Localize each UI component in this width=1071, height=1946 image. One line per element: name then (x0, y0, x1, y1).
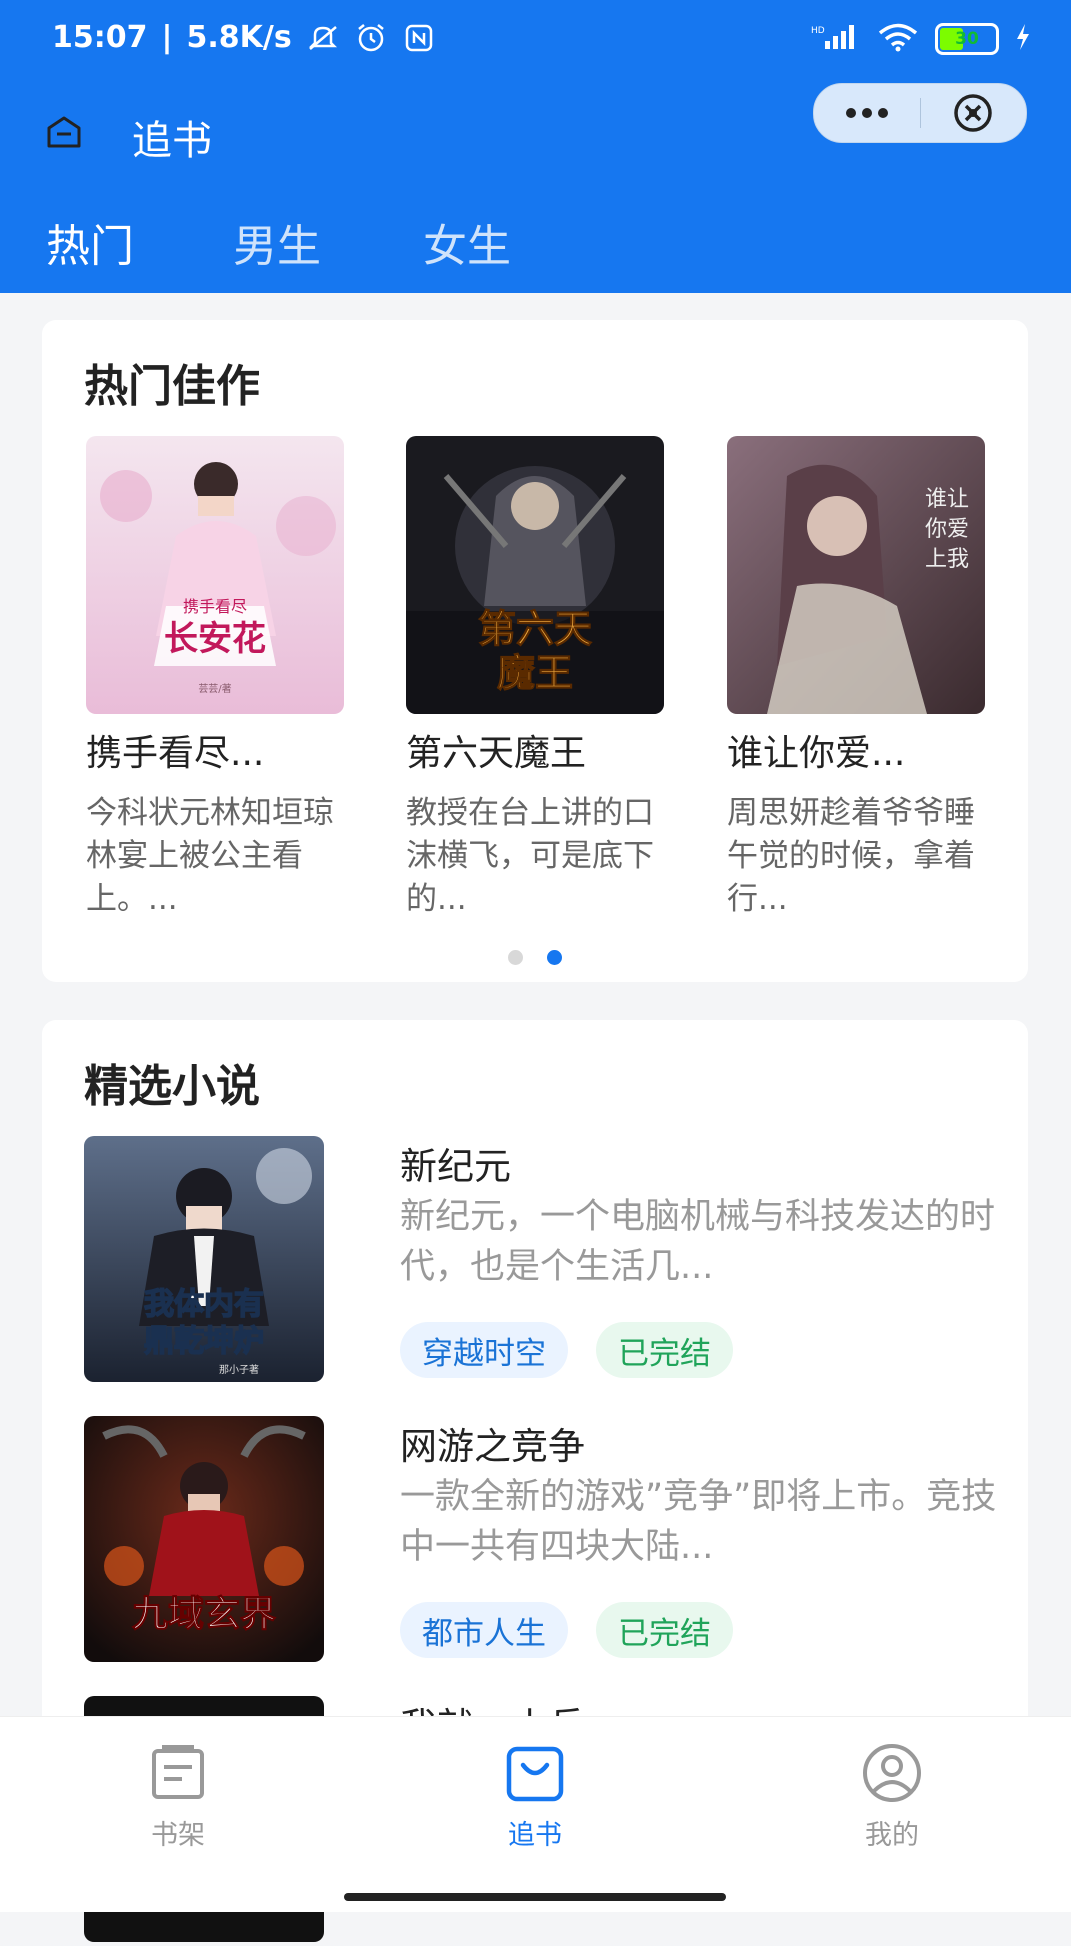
book-title: 第六天魔王 (406, 733, 587, 774)
page-title: 追书 (132, 118, 212, 164)
book-description: 新纪元，一个电脑机械与科技发达的时代，也是个生活几... (400, 1197, 996, 1287)
bookshelf-icon (152, 1745, 204, 1799)
close-icon (954, 94, 992, 132)
mini-program-capsule (813, 83, 1027, 143)
book-cover: 九域玄界 (84, 1416, 324, 1662)
book-cover: 我体内有 鼎乾坤炉 那小子著 (84, 1136, 324, 1382)
book-title: 网游之竞争 (400, 1425, 585, 1468)
novel-row[interactable]: 九域玄界 网游之竞争 一款全新的游戏”竞争”即将上市。竞技中一共有四块大陆...… (84, 1416, 996, 1666)
mute-icon (306, 23, 340, 53)
bottom-nav: 书架 追书 我的 (0, 1716, 1071, 1912)
status-tag: 已完结 (596, 1602, 733, 1658)
svg-text:鼎乾坤炉: 鼎乾坤炉 (144, 1324, 264, 1359)
hot-book-item[interactable]: 第六天 魔王 第六天魔王 教授在台上讲的口沫横飞，可是底下的... (406, 436, 664, 921)
svg-text:魔王: 魔王 (497, 650, 573, 695)
selected-books-card: 精选小说 我体内有 鼎乾坤炉 那小子著 新纪元 新纪元，一个电脑机械与科技发达的… (42, 1020, 1028, 1942)
nav-label: 追书 (508, 1820, 562, 1851)
pager-dot-active[interactable] (547, 950, 562, 965)
book-description: 今科状元林知垣琼林宴上被公主看上。... (86, 795, 334, 917)
hot-books-card: 热门佳作 携手看尽 长安花 芸芸/著 携手看尽... 今科状元林知垣琼林宴上被公… (42, 320, 1028, 982)
status-time: 15:07 (52, 20, 148, 55)
svg-text:你爱: 你爱 (925, 517, 969, 542)
svg-text:那小子著: 那小子著 (219, 1363, 259, 1376)
tab-hot[interactable]: 热门 (46, 210, 134, 274)
alarm-icon (354, 23, 388, 53)
svg-text:第六天: 第六天 (478, 606, 592, 651)
nav-item-chasing[interactable]: 追书 (455, 1743, 615, 1852)
network-speed: 5.8K/s (186, 20, 292, 55)
nav-item-profile[interactable]: 我的 (812, 1743, 972, 1852)
book-title: 新纪元 (400, 1145, 511, 1188)
more-icon (845, 108, 888, 118)
header: 15:07 | 5.8K/s HD 30 追书 热门 男生 女生 (0, 0, 1071, 293)
carousel-pager (42, 950, 1028, 965)
genre-tag: 都市人生 (400, 1602, 568, 1658)
nav-label: 书架 (151, 1820, 205, 1851)
book-title: 谁让你爱... (727, 733, 906, 774)
battery-icon: 30 (935, 23, 999, 55)
book-cover: 谁让 你爱 上我 (727, 436, 985, 714)
signal-icon: HD (811, 23, 861, 55)
home-indicator[interactable] (344, 1893, 726, 1901)
svg-text:携手看尽: 携手看尽 (183, 597, 247, 616)
nav-label: 我的 (865, 1820, 919, 1851)
svg-text:芸芸/著: 芸芸/著 (198, 682, 231, 695)
nfc-icon (402, 23, 436, 53)
book-cover: 携手看尽 长安花 芸芸/著 (86, 436, 344, 714)
battery-level: 30 (955, 29, 979, 49)
close-button[interactable] (921, 84, 1027, 142)
svg-text:九域玄界: 九域玄界 (132, 1593, 276, 1635)
tab-female[interactable]: 女生 (423, 210, 511, 274)
hot-book-item[interactable]: 谁让 你爱 上我 谁让你爱... 周思妍趁着爷爷睡午觉的时候，拿着行... (727, 436, 985, 921)
bag-icon (506, 1746, 564, 1802)
hot-book-item[interactable]: 携手看尽 长安花 芸芸/著 携手看尽... 今科状元林知垣琼林宴上被公主看上。.… (86, 436, 344, 921)
pager-dot[interactable] (508, 950, 523, 965)
wifi-icon (877, 22, 919, 56)
more-button[interactable] (814, 84, 920, 142)
genre-tag: 穿越时空 (400, 1322, 568, 1378)
home-icon[interactable] (42, 112, 86, 152)
section-title-hot: 热门佳作 (84, 361, 260, 412)
section-title-selected: 精选小说 (84, 1061, 260, 1112)
book-description: 周思妍趁着爷爷睡午觉的时候，拿着行... (727, 795, 975, 917)
tab-male[interactable]: 男生 (233, 210, 321, 274)
svg-text:谁让: 谁让 (925, 487, 969, 512)
status-bar: 15:07 | 5.8K/s HD 30 (0, 0, 1071, 80)
charging-icon (1015, 24, 1031, 54)
svg-text:HD: HD (811, 26, 825, 36)
svg-text:我体内有: 我体内有 (144, 1287, 264, 1322)
nav-item-bookshelf[interactable]: 书架 (98, 1743, 258, 1852)
svg-text:上我: 上我 (925, 547, 969, 572)
book-description: 一款全新的游戏”竞争”即将上市。竞技中一共有四块大陆... (400, 1477, 997, 1567)
svg-text:长安花: 长安花 (164, 619, 266, 659)
profile-icon (863, 1744, 921, 1802)
novel-row[interactable]: 我体内有 鼎乾坤炉 那小子著 新纪元 新纪元，一个电脑机械与科技发达的时代，也是… (84, 1136, 995, 1386)
book-title: 携手看尽... (86, 733, 265, 774)
status-tag: 已完结 (596, 1322, 733, 1378)
book-description: 教授在台上讲的口沫横飞，可是底下的... (406, 795, 654, 917)
book-cover: 第六天 魔王 (406, 436, 664, 714)
